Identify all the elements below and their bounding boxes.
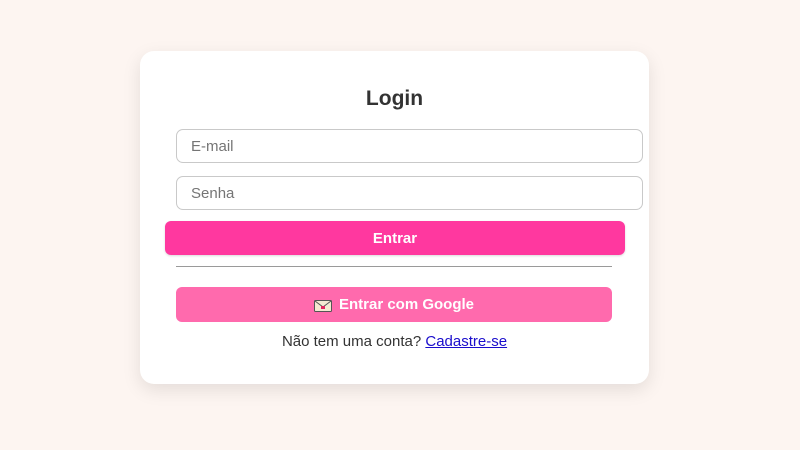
login-card: Login Entrar Entrar com Google Não tem u… [140, 51, 649, 384]
divider [176, 266, 612, 267]
password-field[interactable] [176, 176, 643, 210]
signup-prompt: Não tem uma conta? Cadastre-se [140, 333, 649, 350]
envelope-icon [313, 299, 332, 312]
login-button[interactable]: Entrar [165, 221, 625, 255]
page-title: Login [365, 87, 424, 110]
signup-prompt-text: Não tem uma conta? [281, 333, 422, 350]
signup-link[interactable]: Cadastre-se [425, 333, 507, 350]
google-login-label: Entrar com Google [338, 296, 475, 313]
google-login-button[interactable]: Entrar com Google [176, 287, 612, 322]
email-field[interactable] [176, 129, 643, 163]
